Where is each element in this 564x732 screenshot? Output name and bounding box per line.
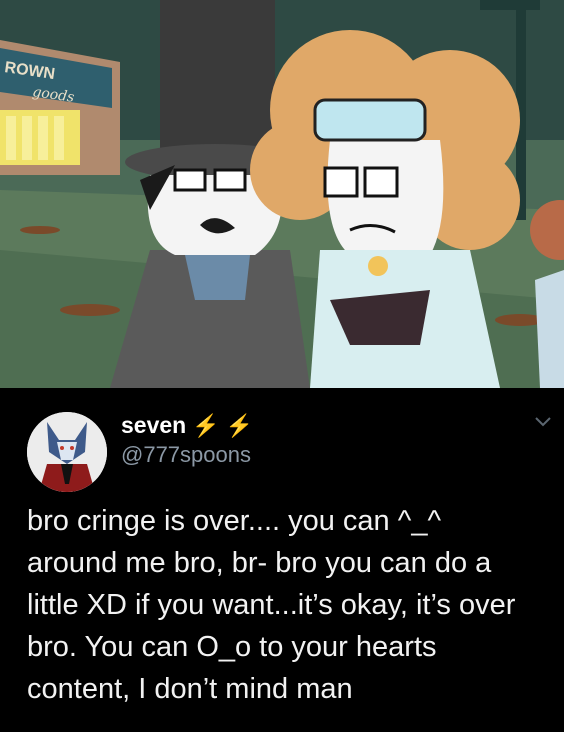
tweet-text: bro cringe is over.... you can ^_^ aroun… — [27, 500, 547, 710]
tweet-line: bro. You can O_o to your hearts — [27, 631, 437, 663]
tweet-line: around me bro, br- bro you can do a — [27, 547, 492, 579]
tweet-line: little XD if you want...it’s okay, it’s … — [27, 589, 516, 621]
avatar[interactable] — [27, 412, 107, 492]
display-name[interactable]: seven — [121, 412, 186, 439]
display-name-row: seven ⚡ ⚡ — [121, 412, 253, 439]
avatar-wolf-illustration — [27, 412, 107, 492]
tweet-card: seven ⚡ ⚡ @777spoons bro cringe is over.… — [0, 388, 564, 732]
tweet-line: content, I don’t mind man — [27, 673, 353, 705]
cartoon-scene-illustration: ROWN goods — [0, 0, 564, 388]
chevron-down-icon[interactable] — [534, 412, 552, 433]
user-handle[interactable]: @777spoons — [121, 442, 251, 468]
cartoon-image: ROWN goods — [0, 0, 564, 388]
lightning-emoji-2: ⚡ — [225, 412, 254, 438]
tweet-line: bro cringe is over.... you can ^_^ — [27, 505, 442, 537]
lightning-emoji-1: ⚡ — [192, 412, 220, 438]
